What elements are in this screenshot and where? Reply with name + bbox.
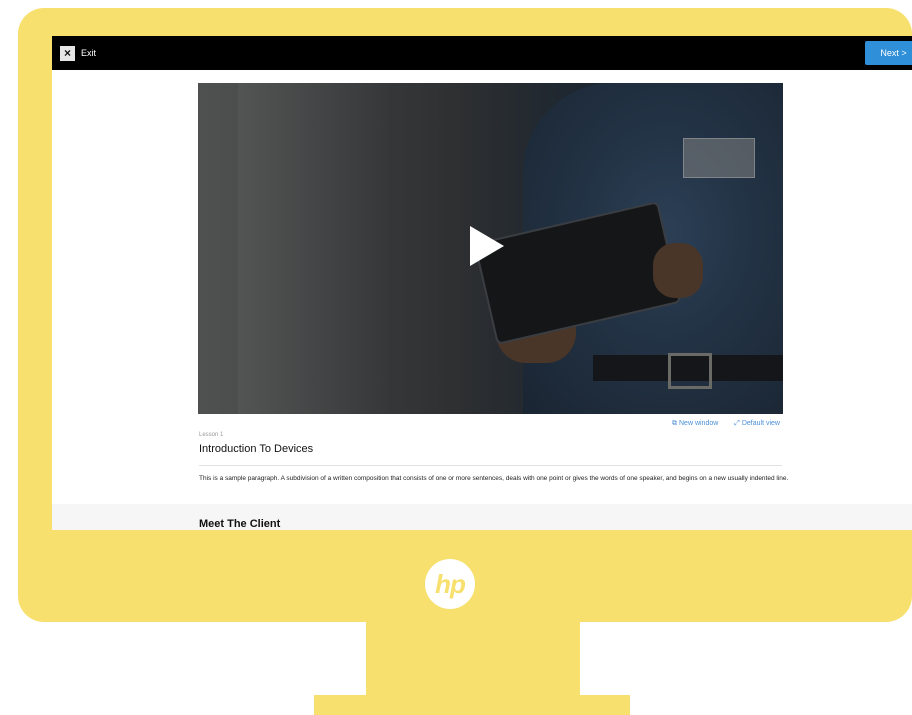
monitor-stand-base: [314, 695, 630, 715]
next-section: [52, 504, 912, 530]
monitor-stand-neck: [366, 622, 580, 696]
monitor-frame: × Exit Next > ⧉ New window ⤢ Default view …: [18, 8, 912, 622]
video-scene-door: [198, 83, 238, 414]
exit-label[interactable]: Exit: [81, 46, 96, 61]
close-icon[interactable]: ×: [60, 46, 75, 61]
divider: [199, 465, 782, 466]
next-button[interactable]: Next >: [865, 41, 912, 65]
default-view-link[interactable]: Default view: [742, 420, 780, 427]
video-player[interactable]: [198, 83, 783, 414]
lesson-label: Lesson 1: [199, 432, 224, 438]
lesson-paragraph: This is a sample paragraph. A subdivisio…: [199, 475, 789, 482]
course-screen: × Exit Next > ⧉ New window ⤢ Default view …: [52, 36, 912, 530]
lesson-title: Introduction To Devices: [199, 443, 314, 455]
hp-logo: hp: [425, 559, 475, 609]
video-scene-badge: [683, 138, 755, 178]
expand-icon[interactable]: ⤢: [734, 420, 740, 427]
video-tools: ⧉ New window ⤢ Default view: [666, 420, 780, 428]
top-bar: × Exit Next >: [52, 36, 912, 70]
video-scene-buckle: [668, 353, 712, 389]
new-window-icon[interactable]: ⧉: [672, 420, 677, 427]
new-window-link[interactable]: New window: [679, 420, 718, 427]
play-icon[interactable]: [470, 226, 504, 266]
video-scene-wall: [238, 83, 388, 414]
section-title: Meet The Client: [199, 518, 281, 530]
video-scene-hand-right: [653, 243, 703, 298]
